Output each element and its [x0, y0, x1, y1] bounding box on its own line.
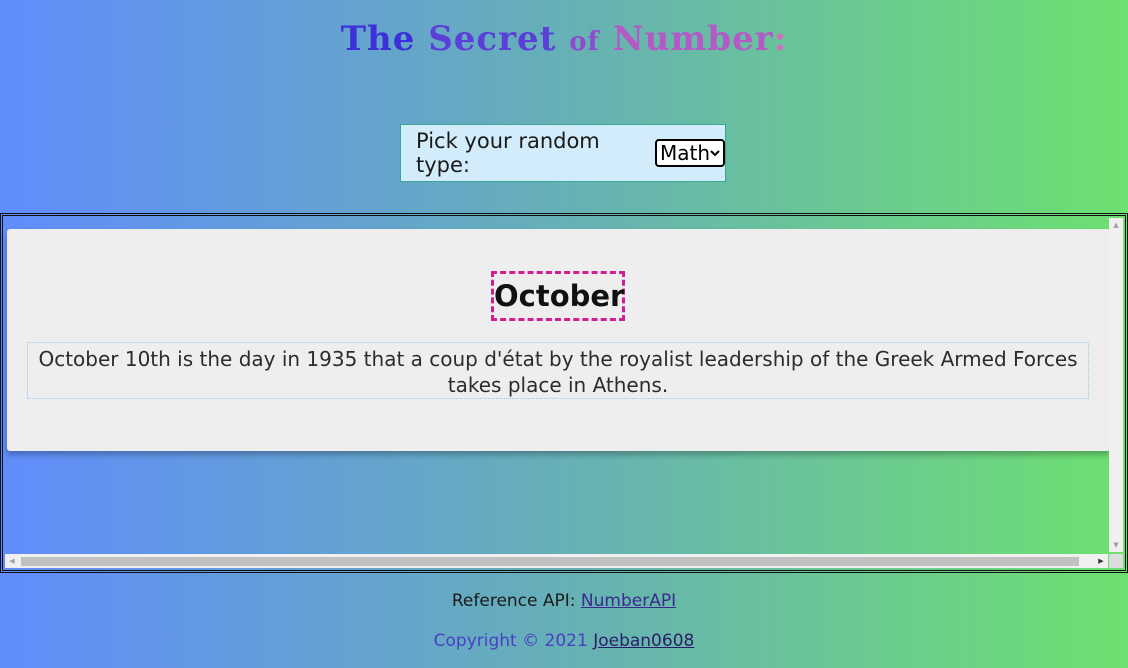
scrollbar-corner — [1109, 554, 1123, 568]
random-type-picker: Pick your random type: Math — [400, 124, 726, 182]
triangle-up-icon[interactable]: ▲ — [1109, 218, 1123, 232]
horizontal-scrollbar[interactable]: ◀ ▶ — [5, 554, 1108, 568]
page-title: The Secret of Number: — [0, 14, 1128, 67]
copyright-label: Copyright © 2021 — [433, 631, 588, 651]
title-word-the: The — [340, 19, 416, 59]
picker-label: Pick your random type: — [416, 129, 600, 177]
title-word-of: of — [569, 27, 600, 57]
result-card: October October 10th is the day in 1935 … — [7, 229, 1110, 451]
result-fact: October 10th is the day in 1935 that a c… — [27, 342, 1089, 399]
result-month: October — [491, 271, 625, 321]
title-word-secret: Secret — [428, 19, 557, 59]
author-link[interactable]: Joeban0608 — [593, 631, 694, 651]
copyright-line: Copyright © 2021 Joeban0608 — [0, 631, 1128, 651]
triangle-right-icon[interactable]: ▶ — [1094, 554, 1108, 568]
horizontal-scroll-thumb[interactable] — [21, 557, 1079, 566]
random-type-select[interactable]: Math — [655, 139, 725, 167]
reference-line: Reference API: NumberAPI — [0, 591, 1128, 611]
title-colon: : — [773, 19, 788, 59]
triangle-left-icon[interactable]: ◀ — [5, 554, 19, 568]
numberapi-link[interactable]: NumberAPI — [581, 591, 676, 611]
select-value: Math — [660, 141, 711, 165]
title-word-number: Number — [612, 19, 774, 59]
reference-label: Reference API: — [451, 591, 576, 611]
vertical-scrollbar[interactable]: ▲ ▼ — [1109, 218, 1123, 552]
result-frame[interactable]: October October 10th is the day in 1935 … — [0, 213, 1128, 573]
chevron-down-icon — [710, 147, 720, 160]
triangle-down-icon[interactable]: ▼ — [1109, 538, 1123, 552]
